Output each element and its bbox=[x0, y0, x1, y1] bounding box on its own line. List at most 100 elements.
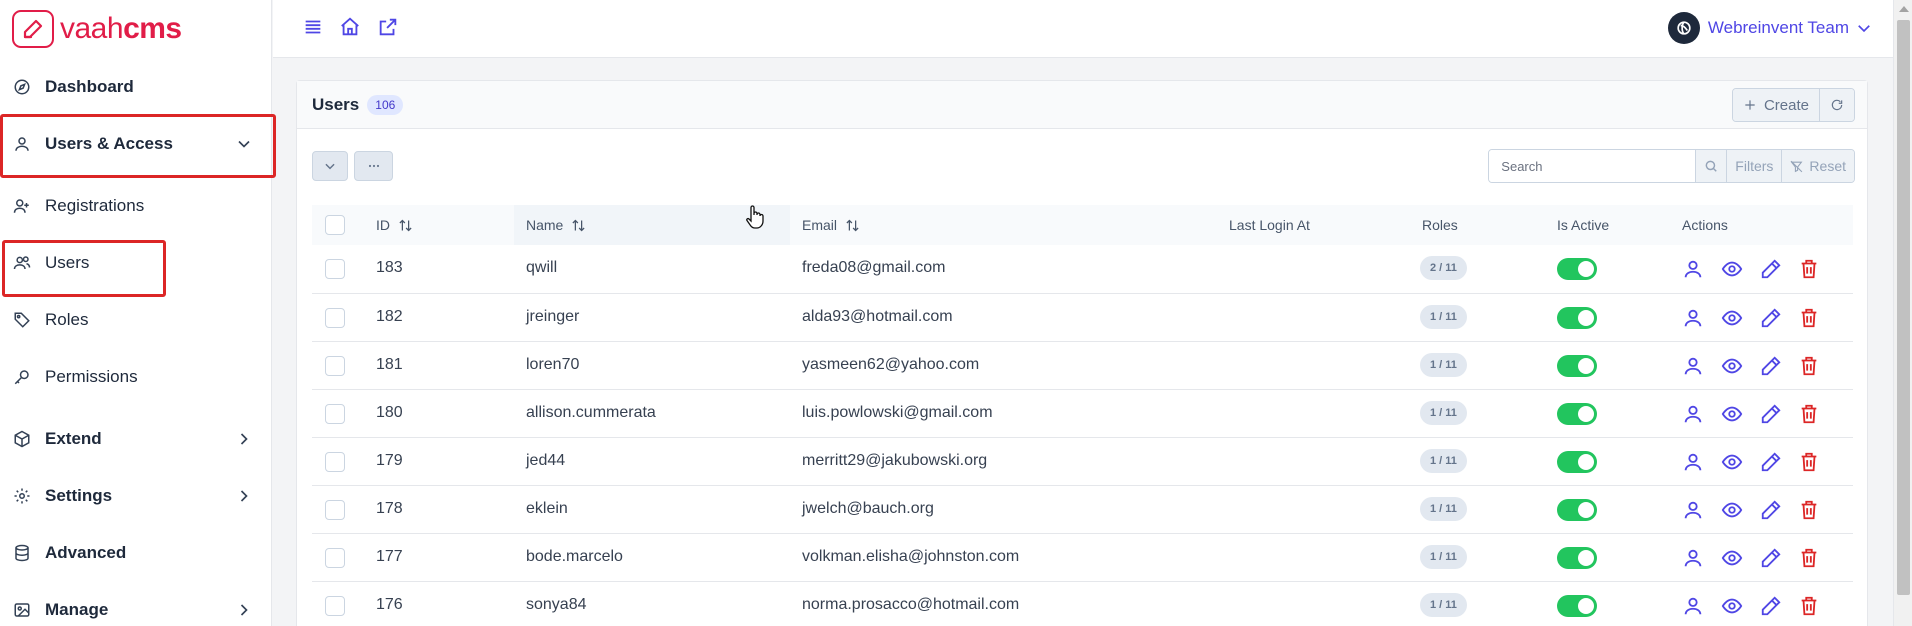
table-row[interactable]: 181 loren70 yasmeen62@yahoo.com 1 / 11 bbox=[312, 341, 1853, 389]
row-checkbox[interactable] bbox=[325, 356, 345, 376]
sort-icon[interactable] bbox=[845, 218, 860, 233]
row-checkbox[interactable] bbox=[325, 596, 345, 616]
sidebar-item-permissions[interactable]: Permissions bbox=[0, 349, 272, 405]
team-switcher[interactable]: Webreinvent Team bbox=[1667, 12, 1873, 44]
menu-icon[interactable] bbox=[302, 16, 324, 38]
user-icon[interactable] bbox=[1682, 403, 1704, 425]
sidebar-item-users[interactable]: Users bbox=[0, 235, 272, 291]
sidebar-item-users-access[interactable]: Users & Access bbox=[0, 116, 272, 172]
logo[interactable]: vaahcms bbox=[0, 0, 271, 58]
sidebar-item-settings[interactable]: Settings bbox=[0, 468, 272, 524]
eye-icon[interactable] bbox=[1721, 499, 1743, 521]
is-active-toggle[interactable] bbox=[1557, 355, 1597, 377]
eye-icon[interactable] bbox=[1721, 258, 1743, 280]
sidebar-item-extend[interactable]: Extend bbox=[0, 411, 272, 467]
user-icon[interactable] bbox=[1682, 499, 1704, 521]
row-checkbox[interactable] bbox=[325, 452, 345, 472]
sidebar-item-manage[interactable]: Manage bbox=[0, 582, 272, 626]
team-avatar bbox=[1667, 12, 1700, 44]
user-icon[interactable] bbox=[1682, 355, 1704, 377]
eye-icon[interactable] bbox=[1721, 355, 1743, 377]
roles-badge[interactable]: 2 / 11 bbox=[1420, 256, 1467, 280]
eye-icon[interactable] bbox=[1721, 451, 1743, 473]
pencil-icon[interactable] bbox=[1760, 451, 1782, 473]
users-icon bbox=[12, 253, 32, 273]
roles-badge[interactable]: 1 / 11 bbox=[1420, 401, 1467, 425]
sidebar-item-dashboard[interactable]: Dashboard bbox=[0, 59, 272, 115]
row-checkbox[interactable] bbox=[325, 500, 345, 520]
reset-button[interactable]: Reset bbox=[1781, 150, 1854, 182]
sidebar-item-roles[interactable]: Roles bbox=[0, 292, 272, 348]
roles-badge[interactable]: 1 / 11 bbox=[1420, 449, 1467, 473]
eye-icon[interactable] bbox=[1721, 595, 1743, 617]
create-button[interactable]: Create bbox=[1732, 89, 1820, 121]
trash-icon[interactable] bbox=[1798, 499, 1820, 521]
pencil-icon[interactable] bbox=[1760, 307, 1782, 329]
eye-icon[interactable] bbox=[1721, 307, 1743, 329]
eye-icon[interactable] bbox=[1721, 547, 1743, 569]
eye-icon[interactable] bbox=[1721, 403, 1743, 425]
home-icon[interactable] bbox=[339, 16, 361, 38]
pencil-icon[interactable] bbox=[1760, 355, 1782, 377]
row-checkbox[interactable] bbox=[325, 259, 345, 279]
table-row[interactable]: 180 allison.cummerata luis.powlowski@gma… bbox=[312, 389, 1853, 437]
roles-badge[interactable]: 1 / 11 bbox=[1420, 353, 1467, 377]
tag-icon bbox=[12, 310, 32, 330]
pencil-icon[interactable] bbox=[1760, 595, 1782, 617]
pencil-icon[interactable] bbox=[1760, 258, 1782, 280]
external-link-icon[interactable] bbox=[377, 16, 399, 38]
trash-icon[interactable] bbox=[1798, 258, 1820, 280]
trash-icon[interactable] bbox=[1798, 547, 1820, 569]
table-row[interactable]: 183 qwill freda08@gmail.com 2 / 11 bbox=[312, 245, 1853, 293]
roles-badge[interactable]: 1 / 11 bbox=[1420, 593, 1467, 617]
more-options-button[interactable] bbox=[354, 151, 393, 181]
trash-icon[interactable] bbox=[1798, 451, 1820, 473]
trash-icon[interactable] bbox=[1798, 355, 1820, 377]
table-row[interactable]: 177 bode.marcelo volkman.elisha@johnston… bbox=[312, 533, 1853, 581]
is-active-toggle[interactable] bbox=[1557, 595, 1597, 617]
search-button[interactable] bbox=[1695, 150, 1727, 182]
scroll-up-arrow[interactable] bbox=[1899, 6, 1909, 12]
is-active-toggle[interactable] bbox=[1557, 307, 1597, 329]
filters-button[interactable]: Filters bbox=[1726, 150, 1782, 182]
trash-icon[interactable] bbox=[1798, 307, 1820, 329]
roles-badge[interactable]: 1 / 11 bbox=[1420, 497, 1467, 521]
table-row[interactable]: 176 sonya84 norma.prosacco@hotmail.com 1… bbox=[312, 581, 1853, 626]
table-row[interactable]: 182 jreinger alda93@hotmail.com 1 / 11 bbox=[312, 293, 1853, 341]
roles-badge[interactable]: 1 / 11 bbox=[1420, 545, 1467, 569]
trash-icon[interactable] bbox=[1798, 595, 1820, 617]
pencil-icon[interactable] bbox=[1760, 547, 1782, 569]
sort-icon[interactable] bbox=[571, 218, 586, 233]
table-row[interactable]: 179 jed44 merritt29@jakubowski.org 1 / 1… bbox=[312, 437, 1853, 485]
trash-icon[interactable] bbox=[1798, 403, 1820, 425]
is-active-toggle[interactable] bbox=[1557, 258, 1597, 280]
cell-email: alda93@hotmail.com bbox=[802, 308, 953, 325]
is-active-toggle[interactable] bbox=[1557, 547, 1597, 569]
roles-badge[interactable]: 1 / 11 bbox=[1420, 305, 1467, 329]
pencil-icon[interactable] bbox=[1760, 499, 1782, 521]
pencil-icon[interactable] bbox=[1760, 403, 1782, 425]
is-active-toggle[interactable] bbox=[1557, 499, 1597, 521]
select-all-checkbox[interactable] bbox=[325, 215, 345, 235]
user-icon[interactable] bbox=[1682, 258, 1704, 280]
sidebar-item-advanced[interactable]: Advanced bbox=[0, 525, 272, 581]
scroll-thumb[interactable] bbox=[1897, 20, 1910, 595]
vertical-scrollbar[interactable] bbox=[1893, 0, 1912, 626]
refresh-button[interactable] bbox=[1820, 89, 1854, 121]
user-icon[interactable] bbox=[1682, 547, 1704, 569]
row-checkbox[interactable] bbox=[325, 548, 345, 568]
is-active-toggle[interactable] bbox=[1557, 403, 1597, 425]
is-active-toggle[interactable] bbox=[1557, 451, 1597, 473]
row-checkbox[interactable] bbox=[325, 308, 345, 328]
row-checkbox[interactable] bbox=[325, 404, 345, 424]
column-header-label: Last Login At bbox=[1229, 217, 1310, 233]
bulk-actions-dropdown[interactable] bbox=[312, 151, 348, 181]
sidebar-item-registrations[interactable]: Registrations bbox=[0, 178, 272, 234]
search-input[interactable] bbox=[1489, 150, 1696, 182]
user-icon[interactable] bbox=[1682, 451, 1704, 473]
user-icon[interactable] bbox=[1682, 595, 1704, 617]
sort-icon[interactable] bbox=[398, 218, 413, 233]
user-icon[interactable] bbox=[1682, 307, 1704, 329]
cell-email: volkman.elisha@johnston.com bbox=[802, 548, 1020, 565]
table-row[interactable]: 178 eklein jwelch@bauch.org 1 / 11 bbox=[312, 485, 1853, 533]
